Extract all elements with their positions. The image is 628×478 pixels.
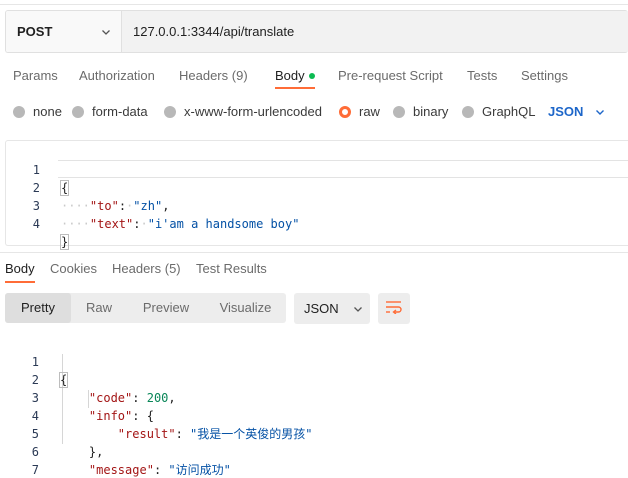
active-dot-icon xyxy=(308,72,315,79)
close-brace: } xyxy=(59,234,70,250)
response-view-toggle: Pretty Raw Preview Visualize xyxy=(5,293,286,323)
url-bar: POST 127.0.0.1:3344/api/translate xyxy=(5,10,628,53)
response-tab-cookies[interactable]: Cookies xyxy=(50,261,97,276)
tab-headers[interactable]: Headers (9) xyxy=(179,68,248,83)
response-divider xyxy=(0,252,628,253)
json-value: "访问成功" xyxy=(168,463,231,477)
code-line: 7 } xyxy=(5,443,628,477)
response-tab-test-results[interactable]: Test Results xyxy=(196,261,267,276)
tab-headers-label: Headers xyxy=(179,68,229,83)
code-line: 1 { xyxy=(5,335,628,388)
response-body-viewer[interactable]: 1 { 2 "code": 200, 3 "info": { 4 "result… xyxy=(5,335,628,477)
tab-headers-count: (9) xyxy=(231,68,248,83)
radio-circle-icon xyxy=(13,105,25,118)
tab-body[interactable]: Body xyxy=(275,68,315,83)
line-number: 4 xyxy=(32,217,40,231)
request-body-editor[interactable]: 1 { 2 ····"to":·"zh", 3 ····"text":·"i'a… xyxy=(5,140,628,250)
url-input[interactable]: 127.0.0.1:3344/api/translate xyxy=(122,11,628,52)
top-divider xyxy=(0,0,628,5)
chevron-down-icon xyxy=(101,27,111,37)
line-number: 7 xyxy=(31,463,39,477)
view-pretty-button[interactable]: Pretty xyxy=(5,293,71,323)
method-select[interactable]: POST xyxy=(6,11,122,52)
code-line: 2 "code": 200, xyxy=(5,353,628,405)
tab-tests[interactable]: Tests xyxy=(467,68,497,83)
tab-authorization[interactable]: Authorization xyxy=(79,68,155,83)
code-line: 1 { xyxy=(6,143,628,196)
radio-graphql-label: GraphQL xyxy=(482,104,536,119)
method-label: POST xyxy=(17,24,53,39)
radio-raw-label: raw xyxy=(359,104,380,119)
code-line: 4 } xyxy=(6,197,628,250)
tab-params[interactable]: Params xyxy=(13,68,58,83)
radio-urlencoded[interactable]: x-www-form-urlencoded xyxy=(164,104,322,119)
response-tab-body-underline xyxy=(5,281,35,283)
radio-form-data-label: form-data xyxy=(92,104,148,119)
code-line: 6 "message": "访问成功" xyxy=(5,425,628,477)
code-line: 3 "info": { xyxy=(5,371,628,423)
radio-form-data[interactable]: form-data xyxy=(72,104,148,119)
radio-none[interactable]: none xyxy=(13,104,62,119)
tab-pre-request-script[interactable]: Pre-request Script xyxy=(338,68,443,83)
tab-body-underline xyxy=(275,87,315,89)
radio-binary[interactable]: binary xyxy=(393,104,448,119)
wrap-lines-button[interactable] xyxy=(378,293,410,324)
json-value: "i'am a handsome boy" xyxy=(147,217,300,231)
body-format-label: JSON xyxy=(548,104,584,119)
response-tab-headers[interactable]: Headers (5) xyxy=(112,261,181,276)
json-key: "message" xyxy=(88,463,154,477)
code-line: 5 }, xyxy=(5,407,628,459)
view-preview-button[interactable]: Preview xyxy=(127,293,205,323)
radio-selected-icon xyxy=(339,105,351,118)
view-raw-button[interactable]: Raw xyxy=(71,293,127,323)
radio-binary-label: binary xyxy=(413,104,449,119)
code-line: 2 ····"to":·"zh", xyxy=(6,161,628,213)
radio-raw[interactable]: raw xyxy=(339,104,380,119)
code-line: 4 "result": "我是一个英俊的男孩" xyxy=(5,389,628,441)
code-line: 3 ····"text":·"i'am a handsome boy" xyxy=(6,179,628,231)
response-tab-body[interactable]: Body xyxy=(5,261,35,276)
radio-urlencoded-label: x-www-form-urlencoded xyxy=(184,104,322,119)
json-key: "text" xyxy=(89,217,134,231)
tab-body-label: Body xyxy=(275,68,305,83)
wrap-lines-icon xyxy=(385,300,403,317)
response-format-label: JSON xyxy=(304,301,339,316)
radio-graphql[interactable]: GraphQL xyxy=(462,104,535,119)
tab-settings[interactable]: Settings xyxy=(521,68,568,83)
response-format-select[interactable]: JSON xyxy=(294,293,370,324)
radio-circle-icon xyxy=(462,105,474,118)
radio-circle-icon xyxy=(393,105,405,118)
url-text: 127.0.0.1:3344/api/translate xyxy=(133,24,295,39)
chevron-down-icon xyxy=(595,107,605,117)
chevron-down-icon xyxy=(353,304,363,314)
radio-circle-icon xyxy=(164,105,176,118)
view-visualize-button[interactable]: Visualize xyxy=(205,293,286,323)
body-format-select[interactable]: JSON xyxy=(548,104,605,119)
radio-circle-icon xyxy=(72,105,84,118)
radio-none-label: none xyxy=(33,104,62,119)
